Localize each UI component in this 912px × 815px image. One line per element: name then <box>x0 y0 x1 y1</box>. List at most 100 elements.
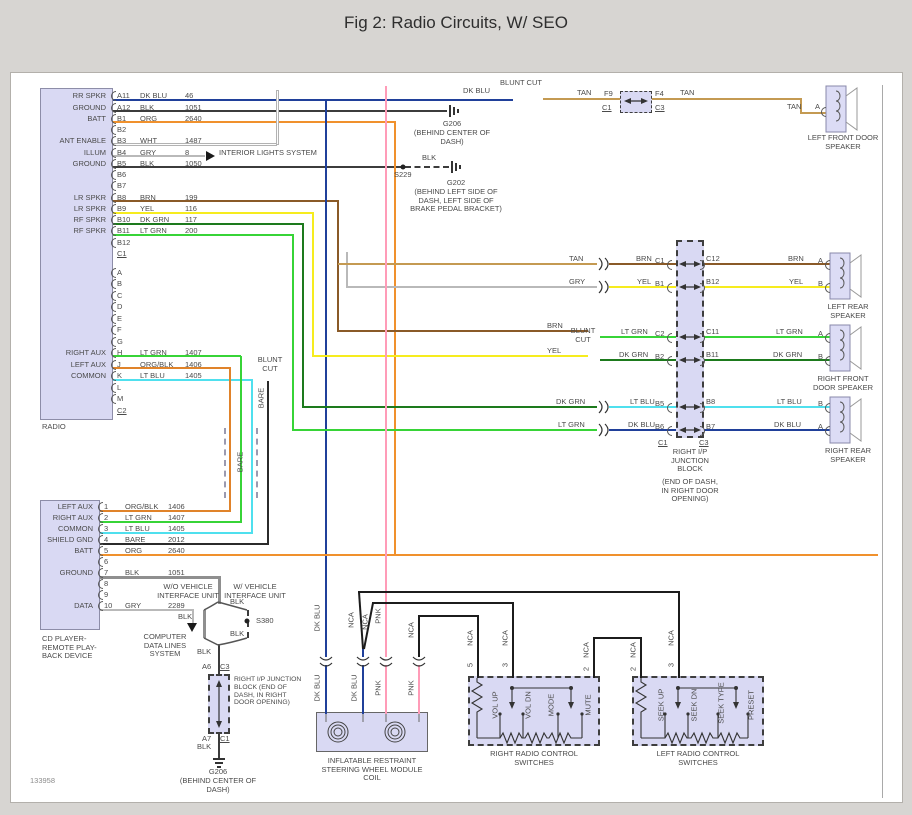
pin-row-B2: B2 <box>113 124 243 135</box>
junction-rows-4-l1-label: DK GRN <box>556 398 585 407</box>
pin-row-E: E <box>113 312 243 324</box>
pin-bracket <box>98 568 103 578</box>
pin-label: E <box>117 314 122 323</box>
pin-label: B2 <box>117 125 126 134</box>
f9-pin: F9 <box>604 90 613 99</box>
junction-rows-1-spk-label: B <box>818 280 823 289</box>
color-label: BLK <box>140 159 154 168</box>
pin-label: B4 <box>117 148 126 157</box>
junction-rows-5-pin_r-label: B7 <box>706 423 715 432</box>
top_connector-c1-label: C1 <box>602 104 612 113</box>
signal-label: LR SPKR <box>74 204 106 213</box>
blunt-cut-label-mid: BLUNT CUT <box>565 327 601 344</box>
circuit-label: 116 <box>185 204 197 213</box>
pin-label: A11 <box>117 91 130 100</box>
circuit-label: 200 <box>185 226 198 235</box>
wire-bare <box>267 381 269 545</box>
signal-label: DATA <box>74 601 93 610</box>
pin-bracket <box>98 524 103 534</box>
junction-rows-5-l1-label: LT GRN <box>558 421 585 430</box>
wire_labels-tan-label: TAN <box>680 89 694 98</box>
pin-label: B5 <box>117 159 126 168</box>
pin-bracket <box>98 535 103 545</box>
srs-module-label: INFLATABLE RESTRAINT STEERING WHEEL MODU… <box>316 757 428 783</box>
junction-rows-2-pin_l-label: C2 <box>655 330 665 339</box>
pin-label: 5 <box>104 546 108 555</box>
wire_labels-blk-label: BLK <box>230 598 244 607</box>
pin-bracket <box>111 360 116 370</box>
speakers-right_rear-label: RIGHT REAR SPEAKER <box>817 447 879 464</box>
f4-pin: F4 <box>655 90 664 99</box>
wire_labels-pnk-label: PNK <box>374 680 383 695</box>
small_junction-c3-label: C3 <box>220 663 230 672</box>
top_connector-c3-label: C3 <box>655 104 665 113</box>
pin-bracket <box>111 148 116 158</box>
circuit-label: 1405 <box>168 524 185 533</box>
left_switches-buttons-1-label: SEEK DN <box>690 689 699 722</box>
wire-dk-grn <box>303 406 597 408</box>
circuit-label: 1407 <box>168 513 185 522</box>
pin-bracket <box>111 181 116 191</box>
signal-label: GROUND <box>73 103 106 112</box>
pin-label: J <box>117 360 121 369</box>
arcL <box>667 426 672 436</box>
wire-brn <box>704 263 830 265</box>
wire-lt-blu <box>251 379 253 534</box>
wire-lt-grn <box>704 336 830 338</box>
arcL <box>825 260 830 270</box>
right_switches-pins-1-label: 3 <box>501 663 510 667</box>
signal-label: COMMON <box>71 371 106 380</box>
pin-bracket <box>111 159 116 169</box>
junction-rows-1-l2-label: YEL <box>637 278 651 287</box>
pin-label: B1 <box>117 114 126 123</box>
color-label: ORG <box>140 114 157 123</box>
signal-label: BATT <box>87 114 106 123</box>
junction-location: (END OF DASH, IN RIGHT DOOR OPENING) <box>659 478 721 504</box>
junction-rows-4-pin_r-label: B8 <box>706 398 715 407</box>
junction-rows-0-l1-label: TAN <box>569 255 583 264</box>
pin-row-B7: B7 <box>113 180 243 191</box>
pin-bracket <box>111 348 116 358</box>
pin-label: B6 <box>117 170 126 179</box>
pin-row-M: M <box>113 393 243 405</box>
wire-pnk <box>418 665 420 714</box>
arcL <box>667 260 672 270</box>
color-label: LT GRN <box>125 513 152 522</box>
left_switches-buttons-0-label: SEEK UP <box>657 689 666 722</box>
junction-rows-3-l2-label: DK GRN <box>619 351 648 360</box>
wire_labels-bare-label: BARE <box>257 388 266 408</box>
wire-wht <box>276 90 279 145</box>
right_switches-buttons-2-label: MODE <box>547 694 556 717</box>
pin-label: 1 <box>104 502 108 511</box>
circuit-label: 2640 <box>168 546 185 555</box>
color-label: WHT <box>140 136 157 145</box>
color-label: ORG/BLK <box>140 360 173 369</box>
junction-rows-0-spk-label: A <box>818 257 823 266</box>
pin-row-B11: RF SPKRB11LT GRN200 <box>113 225 243 236</box>
wire_labels-dk_blu-label: DK BLU <box>313 604 322 631</box>
wire-dk-blu <box>704 429 830 431</box>
wire-pnk <box>385 665 387 714</box>
wire-lt-grn <box>292 234 294 431</box>
pin-bracket <box>111 125 116 135</box>
wire_labels-nca-label: NCA <box>667 630 676 646</box>
pin-label: C1 <box>117 249 127 258</box>
junction-rows-4-l3-label: LT BLU <box>777 398 802 407</box>
right-ip-junction-block-small <box>208 674 230 734</box>
pin-bracket <box>111 302 116 312</box>
pin-label: C2 <box>117 406 127 415</box>
pin-bracket <box>111 337 116 347</box>
pin-bracket <box>98 502 103 512</box>
circuit-label: 1406 <box>168 502 185 511</box>
pin-label: M <box>117 394 123 403</box>
wire-pnk <box>385 86 387 657</box>
junction-rows-2-l2-label: LT GRN <box>621 328 648 337</box>
circuit-label: 1051 <box>168 568 185 577</box>
pin-bracket <box>111 193 116 203</box>
pin-bracket <box>98 546 103 556</box>
signal-label: LEFT AUX <box>58 502 93 511</box>
srs-coil-block <box>316 712 428 752</box>
junction-rows-1-l1-label: GRY <box>569 278 585 287</box>
pin-label: C <box>117 291 122 300</box>
right-radio-switches-block <box>468 676 600 746</box>
